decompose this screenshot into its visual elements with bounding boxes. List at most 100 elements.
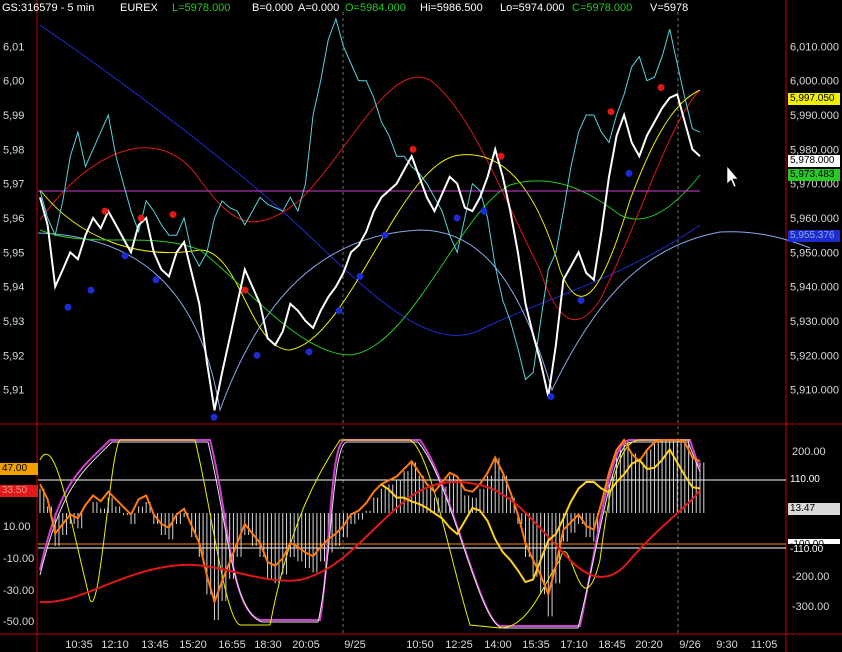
green-average-line bbox=[39, 174, 701, 356]
time-tick-label: 10:35 bbox=[65, 639, 93, 651]
time-tick-label: 20:05 bbox=[292, 639, 320, 651]
red-dot bbox=[169, 211, 177, 219]
blue-dot bbox=[305, 348, 313, 356]
red-dot bbox=[607, 108, 615, 116]
blue-dot bbox=[480, 207, 488, 215]
osc-tag-orange: 47.00 bbox=[0, 463, 38, 475]
time-tick-label: 12:25 bbox=[445, 639, 473, 651]
time-tick-label: 11:05 bbox=[751, 639, 778, 651]
osc-tag-minus-110: -110.00 bbox=[788, 544, 840, 556]
price-right-tick-label: 5,940.000 bbox=[790, 282, 839, 294]
price-right-tick-label: 6,010.000 bbox=[790, 41, 839, 53]
blue-dot bbox=[87, 286, 95, 294]
time-axis: 10:35 12:10 13:45 15:20 16:55 18:30 20:05 9/25 1… bbox=[65, 639, 777, 651]
yellow-stochastic-line bbox=[39, 439, 690, 629]
blue-dot bbox=[64, 303, 72, 311]
cyan-price-line bbox=[39, 17, 701, 381]
time-tick-label: 9:30 bbox=[716, 639, 737, 651]
price-left-tick-label: 5,91 bbox=[3, 385, 24, 397]
chart-canvas: 6,01 6,00 5,99 5,98 5,97 5,96 5,95 5,94 5,93 5,92… bbox=[0, 0, 842, 652]
price-right-tick-label: 6,000.000 bbox=[790, 76, 839, 88]
price-left-tick-label: 5,95 bbox=[3, 247, 24, 259]
time-tick-label: 9/26 bbox=[679, 639, 700, 651]
osc-right-tick-label: 200.00 bbox=[792, 446, 826, 458]
blue-dot bbox=[356, 272, 364, 280]
osc-left-tick-label: 10.00 bbox=[3, 521, 31, 533]
osc-tag-110: 110.00 bbox=[788, 474, 840, 486]
mouse-cursor-icon bbox=[726, 165, 739, 188]
blue-dot bbox=[253, 351, 261, 359]
red-dot bbox=[409, 145, 417, 153]
high-label: Hi=5986.500 bbox=[420, 2, 483, 14]
bid-label: B=0.000 bbox=[252, 2, 294, 14]
blue-dot bbox=[453, 214, 461, 222]
oscillator-left-axis: 10.00 -10.00 -30.00 -50.00 bbox=[3, 521, 34, 628]
exchange-label: EUREX bbox=[120, 2, 158, 14]
red-dot bbox=[657, 84, 665, 92]
blue-trend-line bbox=[39, 24, 701, 336]
time-tick-label: 18:45 bbox=[598, 639, 626, 651]
price-tag-green: 5,973.483 bbox=[788, 169, 840, 181]
blue-dot bbox=[381, 231, 389, 239]
price-right-tick-label: 5,990.000 bbox=[790, 110, 839, 122]
price-left-tick-label: 5,96 bbox=[3, 213, 24, 225]
red-average-line bbox=[39, 76, 701, 320]
open-label: O=5984.000 bbox=[345, 2, 406, 14]
time-tick-label: 14:00 bbox=[484, 639, 512, 651]
oscillator-panel bbox=[38, 438, 786, 629]
blue-dot bbox=[121, 252, 129, 260]
price-tag-last: 5,978.000 bbox=[788, 155, 840, 167]
price-left-tick-label: 5,97 bbox=[3, 179, 24, 191]
red-dots bbox=[101, 84, 665, 294]
blue-dot bbox=[335, 307, 343, 315]
blue-dot bbox=[625, 169, 633, 177]
price-tag-yellow: 5,997.050 bbox=[788, 93, 840, 105]
low-label: Lo=5974.000 bbox=[500, 2, 565, 14]
symbol-label: GS:316579 - 5 min bbox=[2, 2, 95, 14]
price-right-tick-label: 5,920.000 bbox=[790, 350, 839, 362]
osc-left-tick-label: -50.00 bbox=[3, 616, 34, 628]
last-price-label: L=5978.000 bbox=[172, 2, 231, 14]
blue-dot bbox=[210, 413, 218, 421]
osc-tag-value: 13.47 bbox=[788, 503, 840, 515]
osc-left-tick-label: -30.00 bbox=[3, 585, 34, 597]
red-dot bbox=[241, 286, 249, 294]
price-left-tick-label: 6,01 bbox=[3, 41, 24, 53]
white-stochastic-line bbox=[39, 441, 701, 629]
blue-dot bbox=[152, 276, 160, 284]
ask-label: A=0.000 bbox=[298, 2, 340, 14]
blue-dots bbox=[64, 169, 633, 421]
price-left-tick-label: 6,00 bbox=[3, 76, 24, 88]
time-tick-label: 10:50 bbox=[406, 639, 434, 651]
lightblue-cycle-line bbox=[37, 229, 811, 412]
price-left-tick-label: 5,92 bbox=[3, 350, 24, 362]
white-price-line bbox=[39, 93, 701, 411]
red-dot bbox=[497, 152, 505, 160]
time-tick-label: 15:20 bbox=[179, 639, 207, 651]
price-right-tick-label: 5,910.000 bbox=[790, 385, 839, 397]
price-tag-blue: 5,955.376 bbox=[788, 230, 840, 242]
price-left-tick-label: 5,94 bbox=[3, 282, 24, 294]
time-tick-label: 13:45 bbox=[141, 639, 169, 651]
blue-dot bbox=[547, 393, 555, 401]
time-tick-label: 20:20 bbox=[635, 639, 663, 651]
osc-right-tick-label: -300.00 bbox=[792, 601, 829, 613]
blue-dot bbox=[577, 296, 585, 304]
time-tick-label: 9/25 bbox=[344, 639, 365, 651]
price-right-tick-label: 5,960.000 bbox=[790, 213, 839, 225]
price-left-tick-label: 5,98 bbox=[3, 144, 24, 156]
osc-tag-red: 33.50 bbox=[0, 485, 38, 497]
price-left-axis: 6,01 6,00 5,99 5,98 5,97 5,96 5,95 5,94 5,93 5,92… bbox=[3, 41, 24, 396]
oscillator-right-axis: 200.00 -200.00 -300.00 bbox=[792, 446, 829, 613]
close-label: C=5978.000 bbox=[572, 2, 633, 14]
time-tick-label: 17:10 bbox=[560, 639, 588, 651]
price-right-tick-label: 5,950.000 bbox=[790, 247, 839, 259]
price-right-tick-label: 5,930.000 bbox=[790, 316, 839, 328]
red-dot bbox=[137, 214, 145, 222]
price-panel bbox=[37, 17, 811, 412]
time-tick-label: 12:10 bbox=[101, 639, 129, 651]
price-left-tick-label: 5,93 bbox=[3, 316, 24, 328]
red-dot bbox=[101, 207, 109, 215]
osc-left-tick-label: -10.00 bbox=[3, 553, 34, 565]
time-tick-label: 18:30 bbox=[254, 639, 282, 651]
